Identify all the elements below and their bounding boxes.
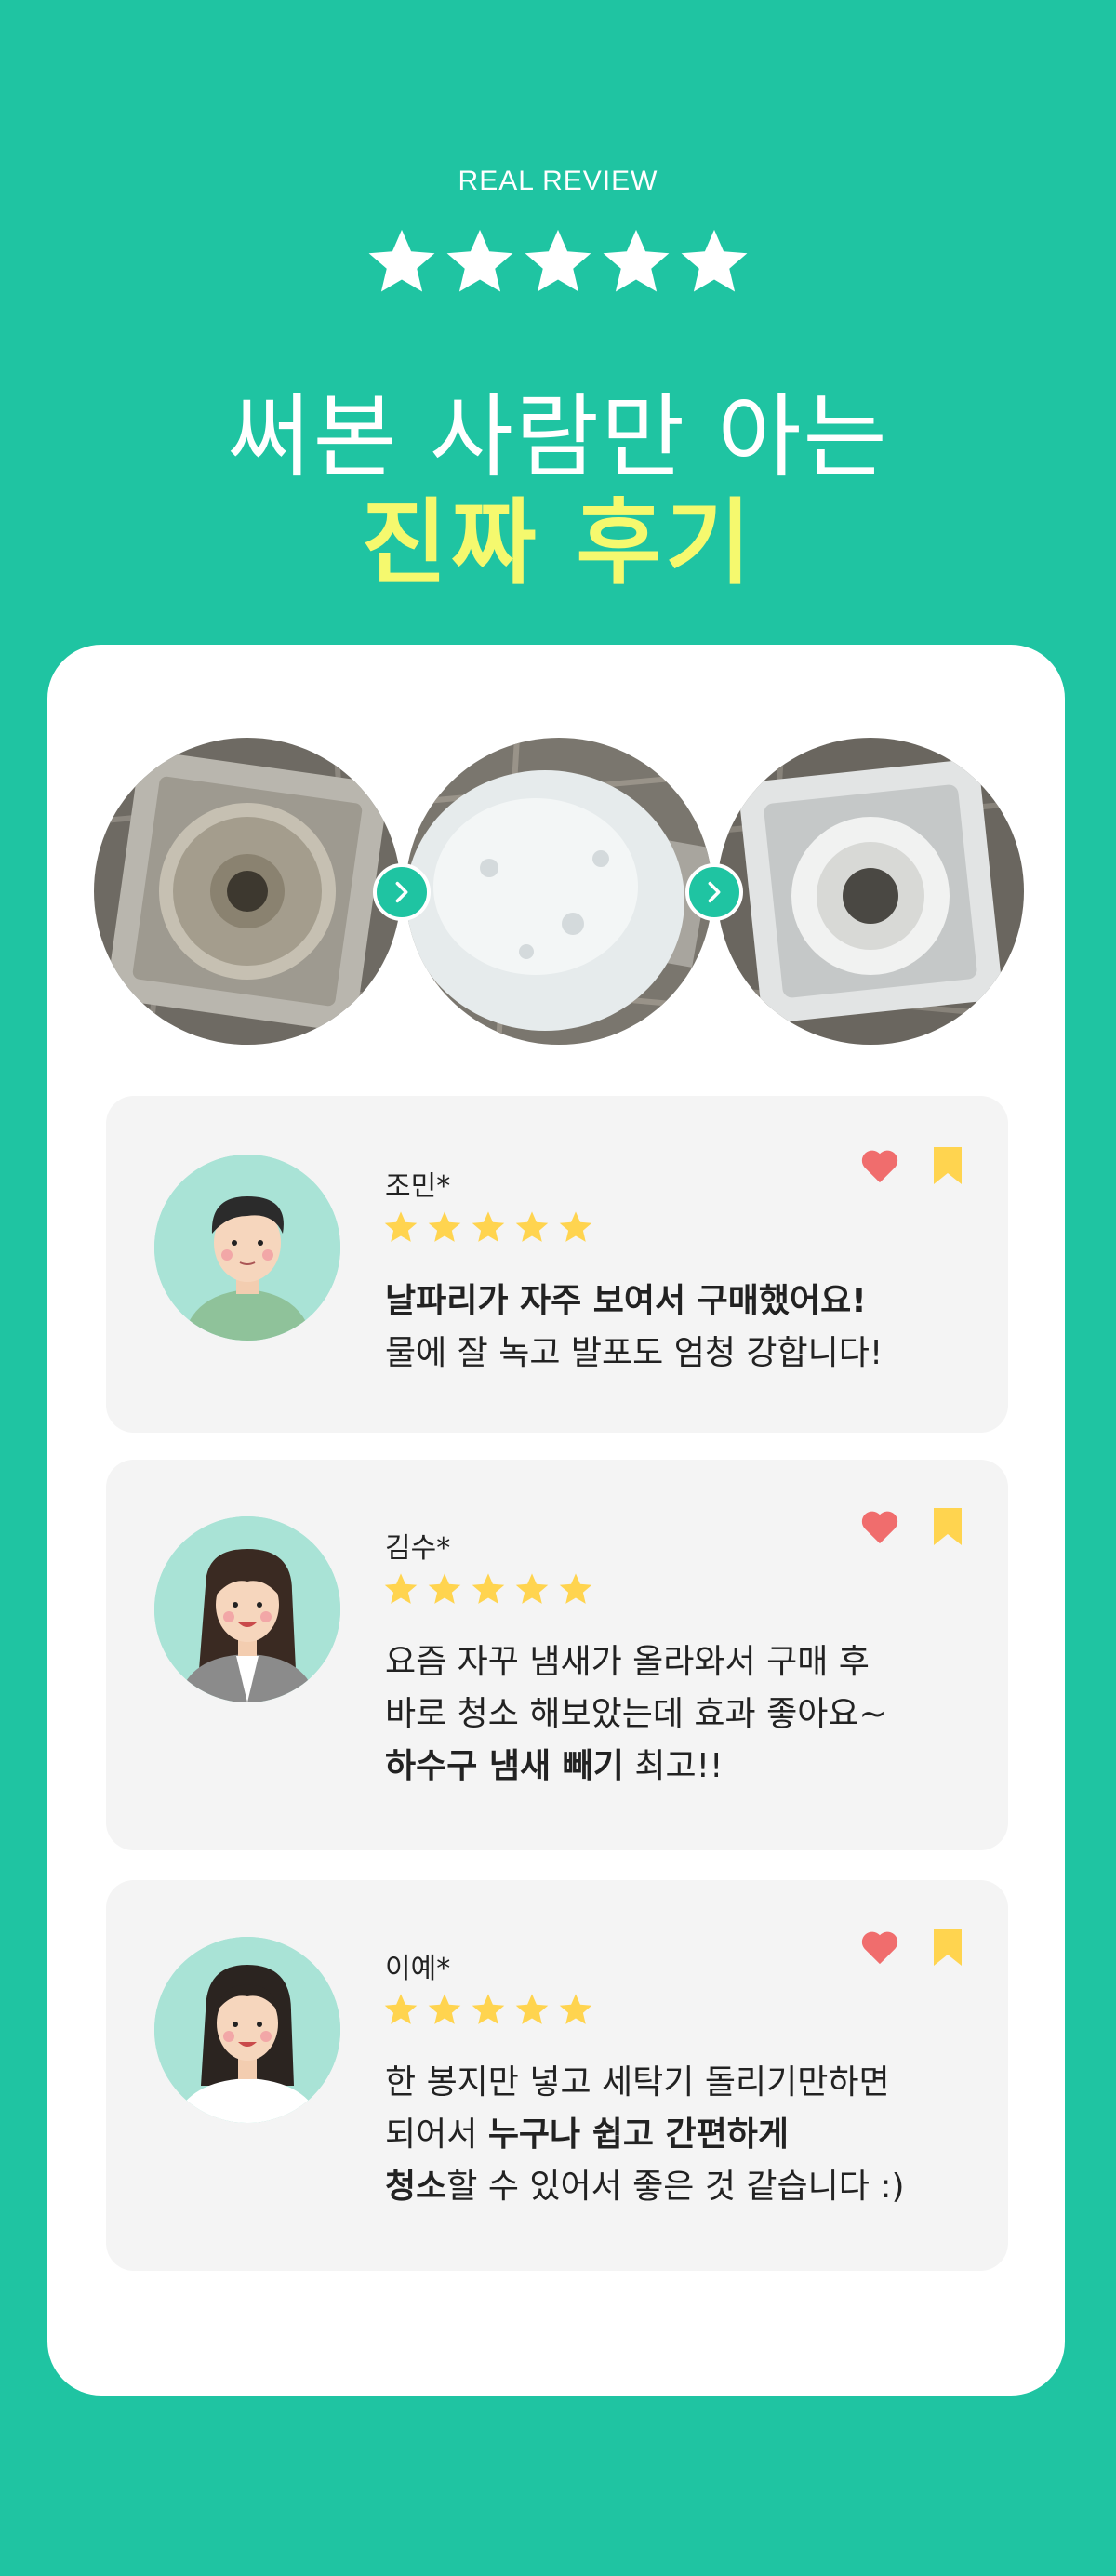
heart-icon[interactable] <box>859 1508 900 1545</box>
reviewer-name: 이예* <box>385 1953 451 1985</box>
star-icon <box>515 1994 549 2024</box>
review-text-line: 물에 잘 녹고 발포도 엄청 강합니다! <box>385 1334 884 1372</box>
review-rating <box>383 1992 593 2027</box>
review-rating <box>383 1571 593 1607</box>
review-text-bold: 날파리가 자주 보여서 구매했어요! <box>385 1282 867 1320</box>
review-text-line: 요즘 자꾸 냄새가 올라와서 구매 후 <box>385 1643 870 1681</box>
review-text: 한 봉지만 넣고 세탁기 돌리기만하면 되어서 누구나 쉽고 간편하게 청소할 … <box>385 2057 905 2213</box>
review-item: 이예* 한 봉지만 넣고 세탁기 돌리기만하면 되어서 누구나 쉽고 간편하게 … <box>106 1880 1008 2271</box>
heart-icon[interactable] <box>859 1929 900 1966</box>
star-icon <box>368 229 435 292</box>
star-icon <box>515 1211 549 1242</box>
hero-rating <box>0 225 1116 298</box>
drain-before-photo <box>94 738 401 1045</box>
bookmark-icon[interactable] <box>934 1929 962 1966</box>
review-text-line: 한 봉지만 넣고 세탁기 돌리기만하면 <box>385 2063 890 2102</box>
star-icon <box>515 1573 549 1604</box>
star-icon <box>525 229 591 292</box>
star-icon <box>428 1994 461 2024</box>
review-text-line: 할 수 있어서 좋은 것 같습니다 :) <box>446 2168 905 2206</box>
before-after-photos <box>94 738 1024 1045</box>
review-rating <box>383 1209 593 1245</box>
drain-foam-photo <box>405 738 712 1045</box>
star-icon <box>446 229 513 292</box>
review-text: 날파리가 자주 보여서 구매했어요! 물에 잘 녹고 발포도 엄청 강합니다! <box>385 1275 883 1380</box>
drain-after-photo <box>717 738 1024 1045</box>
star-icon <box>559 1994 592 2024</box>
star-icon <box>428 1573 461 1604</box>
star-icon <box>384 1994 418 2024</box>
star-icon <box>559 1211 592 1242</box>
avatar <box>154 1516 340 1702</box>
chevron-right-icon <box>685 863 743 921</box>
star-icon <box>472 1211 505 1242</box>
review-card: 조민* 날파리가 자주 보여서 구매했어요! 물에 잘 녹고 발포도 엄청 강합… <box>47 645 1065 2396</box>
star-icon <box>603 229 670 292</box>
review-text-bold: 하수구 냄새 빼기 <box>385 1747 624 1785</box>
chevron-right-icon <box>373 863 431 921</box>
review-item: 김수* 요즘 자꾸 냄새가 올라와서 구매 후 바로 청소 해보았는데 효과 좋… <box>106 1460 1008 1850</box>
bookmark-icon[interactable] <box>934 1147 962 1184</box>
review-text-line: 바로 청소 해보았는데 효과 좋아요~ <box>385 1695 887 1733</box>
review-item: 조민* 날파리가 자주 보여서 구매했어요! 물에 잘 녹고 발포도 엄청 강합… <box>106 1096 1008 1433</box>
review-text-bold: 청소 <box>385 2168 447 2206</box>
star-icon <box>384 1573 418 1604</box>
reviewer-name: 조민* <box>385 1170 451 1203</box>
review-text-line: 되어서 <box>385 2116 488 2154</box>
reviewer-name: 김수* <box>385 1532 451 1565</box>
review-text-bold: 누구나 쉽고 간편하게 <box>487 2116 789 2154</box>
star-icon <box>559 1573 592 1604</box>
avatar <box>154 1155 340 1341</box>
review-text: 요즘 자꾸 냄새가 올라와서 구매 후 바로 청소 해보았는데 효과 좋아요~ … <box>385 1636 887 1793</box>
review-text-line: 최고!! <box>623 1747 724 1785</box>
star-icon <box>681 229 748 292</box>
bookmark-icon[interactable] <box>934 1508 962 1545</box>
star-icon <box>472 1573 505 1604</box>
star-icon <box>384 1211 418 1242</box>
star-icon <box>472 1994 505 2024</box>
section-eyebrow: REAL REVIEW <box>458 166 658 196</box>
avatar <box>154 1937 340 2123</box>
page-title-line2: 진짜 후기 <box>361 488 755 597</box>
star-icon <box>428 1211 461 1242</box>
heart-icon[interactable] <box>859 1147 900 1184</box>
